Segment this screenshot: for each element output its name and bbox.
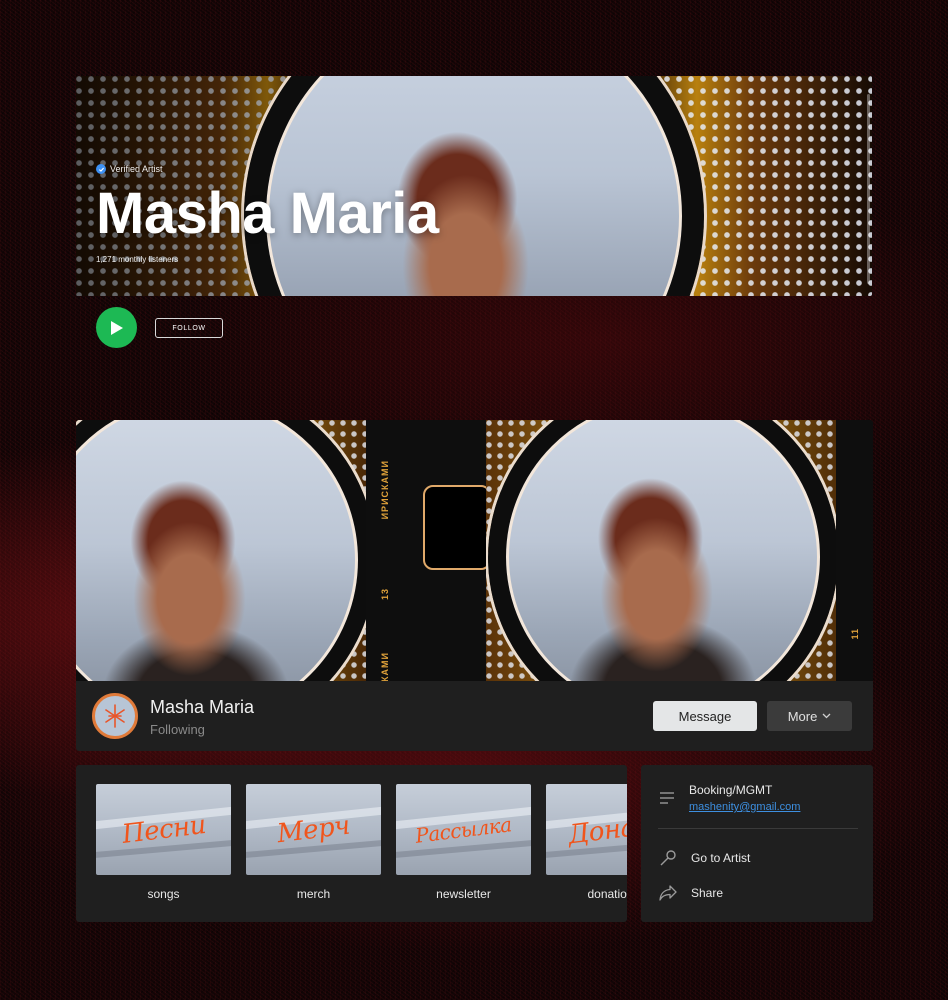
info-divider: [658, 828, 858, 829]
link-tile-image: Мерч: [246, 784, 381, 875]
more-label: More: [787, 708, 818, 724]
go-to-artist-row[interactable]: Go to Artist: [659, 849, 750, 867]
tile-image-text: Донат: [566, 809, 627, 850]
link-tile-label: newsletter: [436, 887, 491, 901]
profile-card: ИРИСКАМИ 13 ИРИСКАМИ 11 Masha Maria Foll…: [76, 420, 873, 751]
profile-name: Masha Maria: [150, 697, 255, 717]
film-text-4: 11: [850, 628, 860, 640]
cover-photo: ИРИСКАМИ 13 ИРИСКАМИ 11: [76, 420, 873, 681]
share-icon: [659, 885, 677, 901]
film-text-3: ИРИСКАМИ: [380, 652, 390, 681]
link-tile-label: songs: [147, 887, 180, 901]
tile-image-text: Рассылка: [414, 811, 513, 848]
verified-badge: Verified Artist: [96, 164, 163, 174]
share-row[interactable]: Share: [659, 885, 723, 901]
verified-label: Verified Artist: [110, 164, 163, 174]
play-button[interactable]: [96, 307, 137, 348]
film-strip-right: 11: [836, 420, 873, 681]
avatar[interactable]: [92, 693, 138, 739]
booking-title: Booking/MGMT: [689, 783, 773, 797]
film-sprocket-hole: [423, 485, 491, 570]
tile-image-text: Песни: [119, 809, 208, 850]
more-button[interactable]: More: [767, 701, 852, 731]
film-text-1: ИРИСКАМИ: [380, 460, 390, 520]
link-tile-image: Рассылка: [396, 784, 531, 875]
monthly-listeners: 1,271 monthly listeners: [96, 255, 179, 264]
share-link[interactable]: Share: [691, 886, 723, 900]
avatar-emblem-icon: [105, 704, 125, 728]
link-tile-donations[interactable]: Донат donations: [546, 784, 627, 901]
film-photo-right: [488, 420, 838, 681]
artist-name-title: Masha Maria: [96, 181, 439, 246]
link-icon: [660, 850, 676, 866]
film-frame-right: [486, 420, 846, 681]
booking-email-link[interactable]: mashenity@gmail.com: [689, 801, 800, 813]
lines-icon: [660, 792, 674, 804]
banner-scrollbar[interactable]: [867, 94, 870, 284]
message-button[interactable]: Message: [653, 701, 757, 731]
chevron-down-icon: [822, 713, 831, 719]
tile-image-text: Мерч: [275, 810, 352, 849]
profile-bar: Masha Maria Following Message More: [76, 681, 873, 751]
follow-button[interactable]: FOLLOW: [155, 318, 223, 338]
following-status: Following: [150, 722, 205, 737]
link-tile-merch[interactable]: Мерч merch: [246, 784, 381, 901]
link-tile-songs[interactable]: Песни songs: [96, 784, 231, 901]
verified-check-icon: [96, 164, 106, 174]
go-to-artist-link[interactable]: Go to Artist: [691, 851, 750, 865]
film-photo-left: [76, 420, 366, 681]
film-text-2: 13: [380, 588, 390, 601]
booking-row: Booking/MGMT mashenity@gmail.com: [659, 783, 800, 813]
play-icon: [110, 320, 123, 335]
link-tile-label: merch: [296, 887, 331, 901]
link-tile-image: Донат: [546, 784, 627, 875]
film-frame-left: [76, 420, 366, 681]
artist-header-banner: Verified Artist Masha Maria 1,271 monthl…: [76, 76, 872, 296]
link-tile-label: donations: [587, 887, 627, 901]
artist-info-card: Booking/MGMT mashenity@gmail.com Go to A…: [641, 765, 873, 922]
links-card: Песни songs Мерч merch Рассылка newslett…: [76, 765, 627, 922]
link-tile-newsletter[interactable]: Рассылка newsletter: [396, 784, 531, 901]
link-tile-image: Песни: [96, 784, 231, 875]
